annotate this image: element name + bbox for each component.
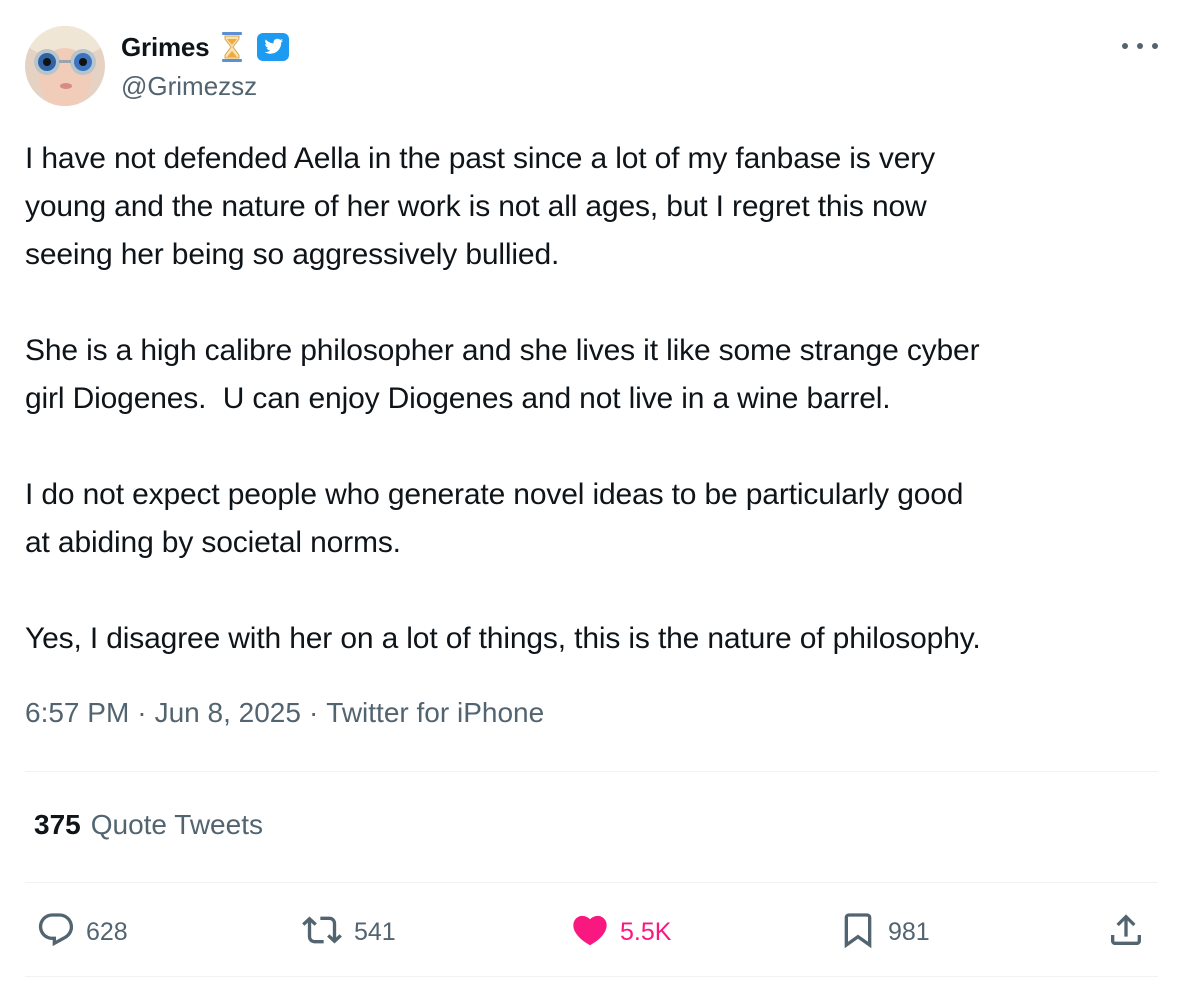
hourglass-icon	[221, 31, 243, 63]
verified-bird-icon[interactable]	[257, 33, 290, 61]
quote-tweets-link[interactable]: 375 Quote Tweets	[34, 809, 263, 841]
tweet-metadata: 6:57 PM · Jun 8, 2025 · Twitter for iPho…	[25, 697, 544, 729]
tweet-line: at abiding by societal norms.	[25, 526, 401, 559]
tweet-line: girl Diogenes. U can enjoy Diogenes and …	[25, 382, 891, 415]
divider	[25, 771, 1158, 772]
author-name-row[interactable]: Grimes	[121, 30, 290, 64]
reply-count: 628	[86, 917, 128, 946]
divider	[25, 976, 1158, 977]
tweet-paragraph: I have not defended Aella in the past si…	[25, 135, 1175, 279]
more-dot	[1122, 43, 1128, 49]
more-dot	[1137, 43, 1143, 49]
avatar[interactable]	[25, 26, 105, 106]
display-name[interactable]: Grimes	[121, 32, 210, 63]
tweet-line: She is a high calibre philosopher and sh…	[25, 334, 980, 367]
like-button[interactable]: 5.5K	[570, 907, 671, 957]
tweet-text: I have not defended Aella in the past si…	[25, 135, 1175, 663]
more-options-icon[interactable]	[1122, 34, 1158, 58]
author-handle[interactable]: @Grimezsz	[121, 71, 257, 102]
bookmark-button[interactable]: 981	[838, 907, 930, 957]
tweet-paragraph: She is a high calibre philosopher and sh…	[25, 327, 1175, 423]
tweet-source[interactable]: Twitter for iPhone	[326, 697, 544, 729]
tweet-line: seeing her being so aggressively bullied…	[25, 238, 560, 271]
reply-icon	[36, 910, 76, 955]
reply-button[interactable]: 628	[36, 907, 128, 957]
retweet-count: 541	[354, 917, 396, 946]
retweet-button[interactable]: 541	[300, 907, 396, 957]
tweet-paragraph: Yes, I disagree with her on a lot of thi…	[25, 615, 1175, 663]
separator-dot: ·	[137, 697, 147, 728]
more-dot	[1152, 43, 1158, 49]
heart-icon	[570, 910, 610, 955]
retweet-icon	[300, 910, 344, 955]
tweet-date[interactable]: Jun 8, 2025	[155, 697, 301, 729]
tweet-line: young and the nature of her work is not …	[25, 190, 927, 223]
quote-count: 375	[34, 809, 81, 840]
bookmark-icon	[838, 910, 878, 955]
share-icon	[1106, 910, 1146, 955]
like-count: 5.5K	[620, 917, 672, 946]
tweet-time[interactable]: 6:57 PM	[25, 697, 129, 729]
bookmark-count: 981	[888, 917, 930, 946]
separator-dot: ·	[308, 697, 319, 728]
tweet-paragraph: I do not expect people who generate nove…	[25, 471, 1175, 567]
tweet-line: I have not defended Aella in the past si…	[25, 142, 935, 175]
share-button[interactable]	[1106, 907, 1146, 957]
divider	[25, 882, 1158, 883]
tweet-line: I do not expect people who generate nove…	[25, 478, 964, 511]
quote-label: Quote Tweets	[90, 809, 263, 840]
tweet-line: Yes, I disagree with her on a lot of thi…	[25, 622, 981, 655]
